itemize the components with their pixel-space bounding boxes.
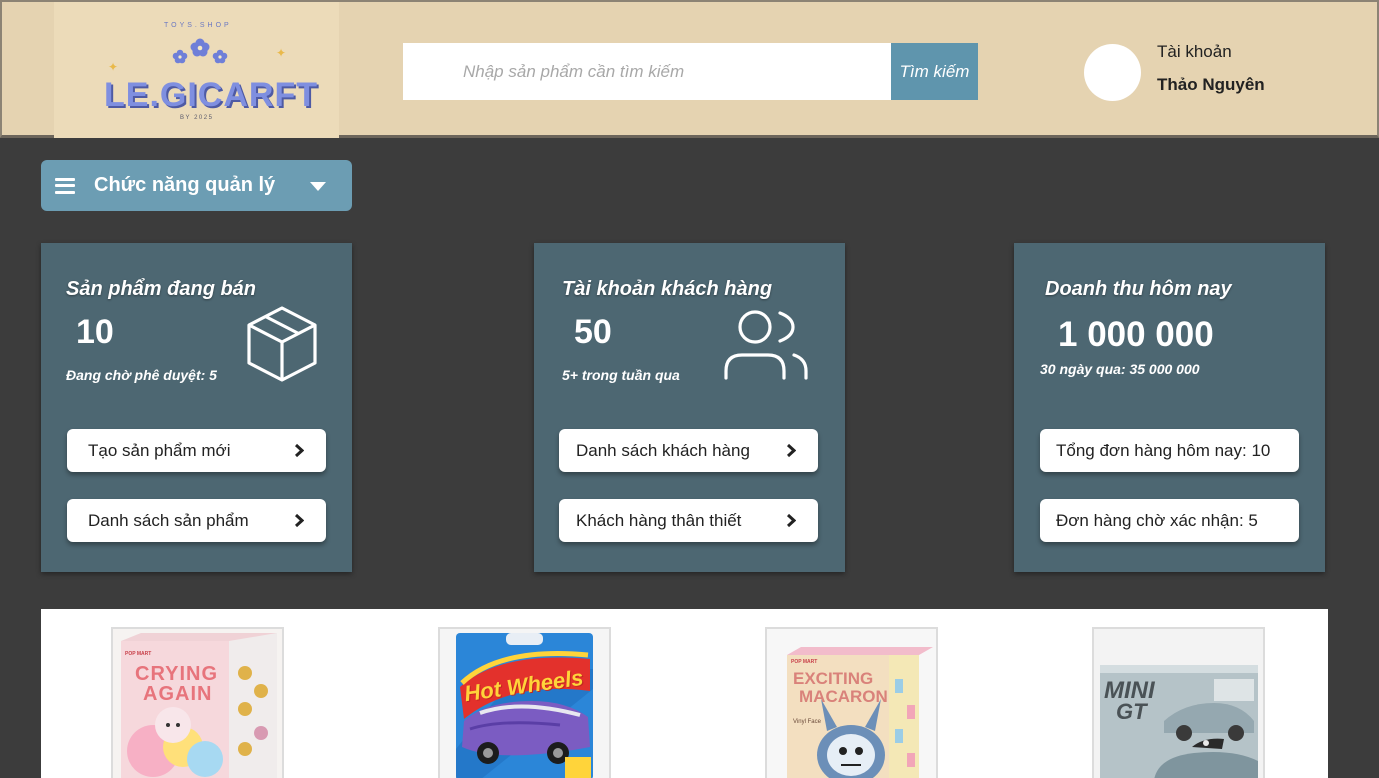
chevron-right-icon [786,443,796,458]
revenue-card: Doanh thu hôm nay 1 000 000 30 ngày qua:… [1014,243,1325,572]
card-subtitle: 5+ trong tuần qua [562,367,680,383]
search-button[interactable]: Tìm kiếm [891,43,978,100]
hamburger-icon [55,177,75,194]
management-menu-button[interactable]: Chức năng quản lý [41,160,352,211]
product-thumbnail[interactable]: POP MART CRYING AGAIN [111,627,284,778]
stat-label: Đơn hàng chờ xác nhận: 5 [1056,510,1258,530]
account-name[interactable]: Thảo Nguyên [1157,75,1265,95]
card-value: 1 000 000 [1058,315,1214,354]
loyal-customers-button[interactable]: Khách hàng thân thiết [559,499,818,542]
button-label: Danh sách sản phẩm [88,510,249,530]
product-strip: POP MART CRYING AGAIN Hot Wheels POP MAR… [41,609,1328,778]
button-label: Danh sách khách hàng [576,440,750,460]
caret-down-icon [310,182,326,191]
sparkle-icon: ✦ [276,46,287,60]
product-thumbnail[interactable]: MINI GT [1092,627,1265,778]
chevron-right-icon [294,513,304,528]
pending-orders-stat[interactable]: Đơn hàng chờ xác nhận: 5 [1040,499,1299,542]
product-brand: POP MART [125,651,152,657]
flowers-icon [172,38,228,64]
logo-year: BY 2025 [180,115,214,121]
header: TOYS.SHOP ✦ ✦ LE.GICARFT BY 2025 Tìm kiế… [0,0,1379,138]
product-box-subtext: Vinyl Face [793,719,821,725]
box-icon [247,306,317,382]
product-box-text: MACARON [799,687,888,706]
card-value: 50 [574,313,612,351]
chevron-right-icon [294,443,304,458]
product-list-button[interactable]: Danh sách sản phẩm [67,499,326,542]
sparkle-icon: ✦ [108,60,119,74]
products-card: Sản phẩm đang bán 10 Đang chờ phê duyệt:… [41,243,352,572]
avatar[interactable] [1084,44,1141,101]
logo-name: LE.GICARFT [104,76,318,114]
product-box-text: EXCITING [793,669,874,688]
card-title: Doanh thu hôm nay [1045,278,1232,300]
product-brand: POP MART [791,659,818,665]
customers-card: Tài khoản khách hàng 50 5+ trong tuần qu… [534,243,845,572]
button-label: Khách hàng thân thiết [576,510,742,530]
button-label: Tạo sản phẩm mới [88,440,231,460]
card-subtitle: Đang chờ phê duyệt: 5 [66,367,217,383]
product-thumbnail[interactable]: POP MART EXCITING MACARON Vinyl Face [765,627,938,778]
logo[interactable]: TOYS.SHOP ✦ ✦ LE.GICARFT BY 2025 [54,2,339,138]
users-icon [724,310,808,380]
logo-tagline: TOYS.SHOP [164,22,232,29]
management-menu-label: Chức năng quản lý [94,174,276,196]
stat-label: Tổng đơn hàng hôm nay: 10 [1056,440,1271,460]
chevron-right-icon [786,513,796,528]
product-box-text: AGAIN [143,683,213,705]
card-subtitle: 30 ngày qua: 35 000 000 [1040,361,1200,377]
card-value: 10 [76,313,114,351]
card-title: Sản phẩm đang bán [66,278,257,300]
customer-list-button[interactable]: Danh sách khách hàng [559,429,818,472]
create-product-button[interactable]: Tạo sản phẩm mới [67,429,326,472]
product-thumbnail[interactable]: Hot Wheels [438,627,611,778]
search-input[interactable] [403,43,891,100]
account-label: Tài khoản [1157,42,1232,61]
card-title: Tài khoản khách hàng [562,278,773,300]
product-box-text: GT [1116,699,1147,724]
today-orders-stat[interactable]: Tổng đơn hàng hôm nay: 10 [1040,429,1299,472]
